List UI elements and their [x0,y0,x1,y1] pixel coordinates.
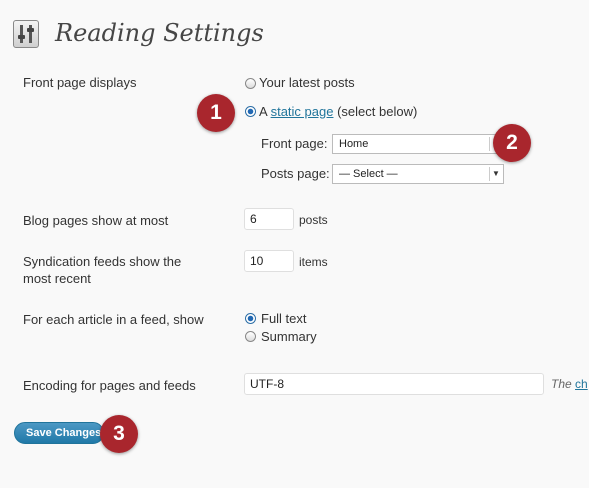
posts-page-select-value: — Select — [339,168,398,180]
blog-pages-input[interactable]: 6 [244,208,294,230]
radio-summary[interactable] [245,331,256,342]
syndication-label-line2: most recent [23,271,91,286]
encoding-label: Encoding for pages and feeds [23,378,196,393]
page-title: Reading Settings [55,19,264,47]
blog-pages-unit: posts [299,213,328,227]
syndication-input[interactable]: 10 [244,250,294,272]
step-badge-2: 2 [493,124,531,162]
encoding-hint: The ch [551,377,588,391]
encoding-input[interactable]: UTF-8 [244,373,544,395]
static-page-link[interactable]: static page [271,104,334,119]
radio-full-text[interactable] [245,313,256,324]
radio-static-page-label: A static page (select below) [259,104,417,119]
posts-page-select-label: Posts page: [261,166,330,181]
step-badge-1: 1 [197,94,235,132]
step-badge-3: 3 [100,415,138,453]
posts-page-select[interactable]: — Select — ▼ [332,164,504,184]
blog-pages-label: Blog pages show at most [23,213,169,228]
radio-static-page[interactable] [245,106,256,117]
front-page-select[interactable]: Home ▼ [332,134,504,154]
front-page-displays-label: Front page displays [23,75,137,90]
front-page-select-label: Front page: [261,136,328,151]
encoding-hint-link[interactable]: ch [575,377,588,391]
encoding-hint-prefix: The [551,377,572,391]
static-prefix: A [259,104,267,119]
chevron-down-icon: ▼ [489,167,502,181]
save-changes-button[interactable]: Save Changes [14,422,104,444]
radio-latest-posts[interactable] [245,78,256,89]
static-suffix: (select below) [337,104,418,119]
front-page-select-value: Home [339,138,369,150]
radio-full-text-label: Full text [261,311,307,326]
syndication-label-line1: Syndication feeds show the [23,254,182,269]
feed-article-label: For each article in a feed, show [23,312,204,327]
radio-latest-posts-label: Your latest posts [259,75,355,90]
syndication-unit: items [299,255,328,269]
settings-page-icon [13,20,39,48]
radio-summary-label: Summary [261,329,317,344]
